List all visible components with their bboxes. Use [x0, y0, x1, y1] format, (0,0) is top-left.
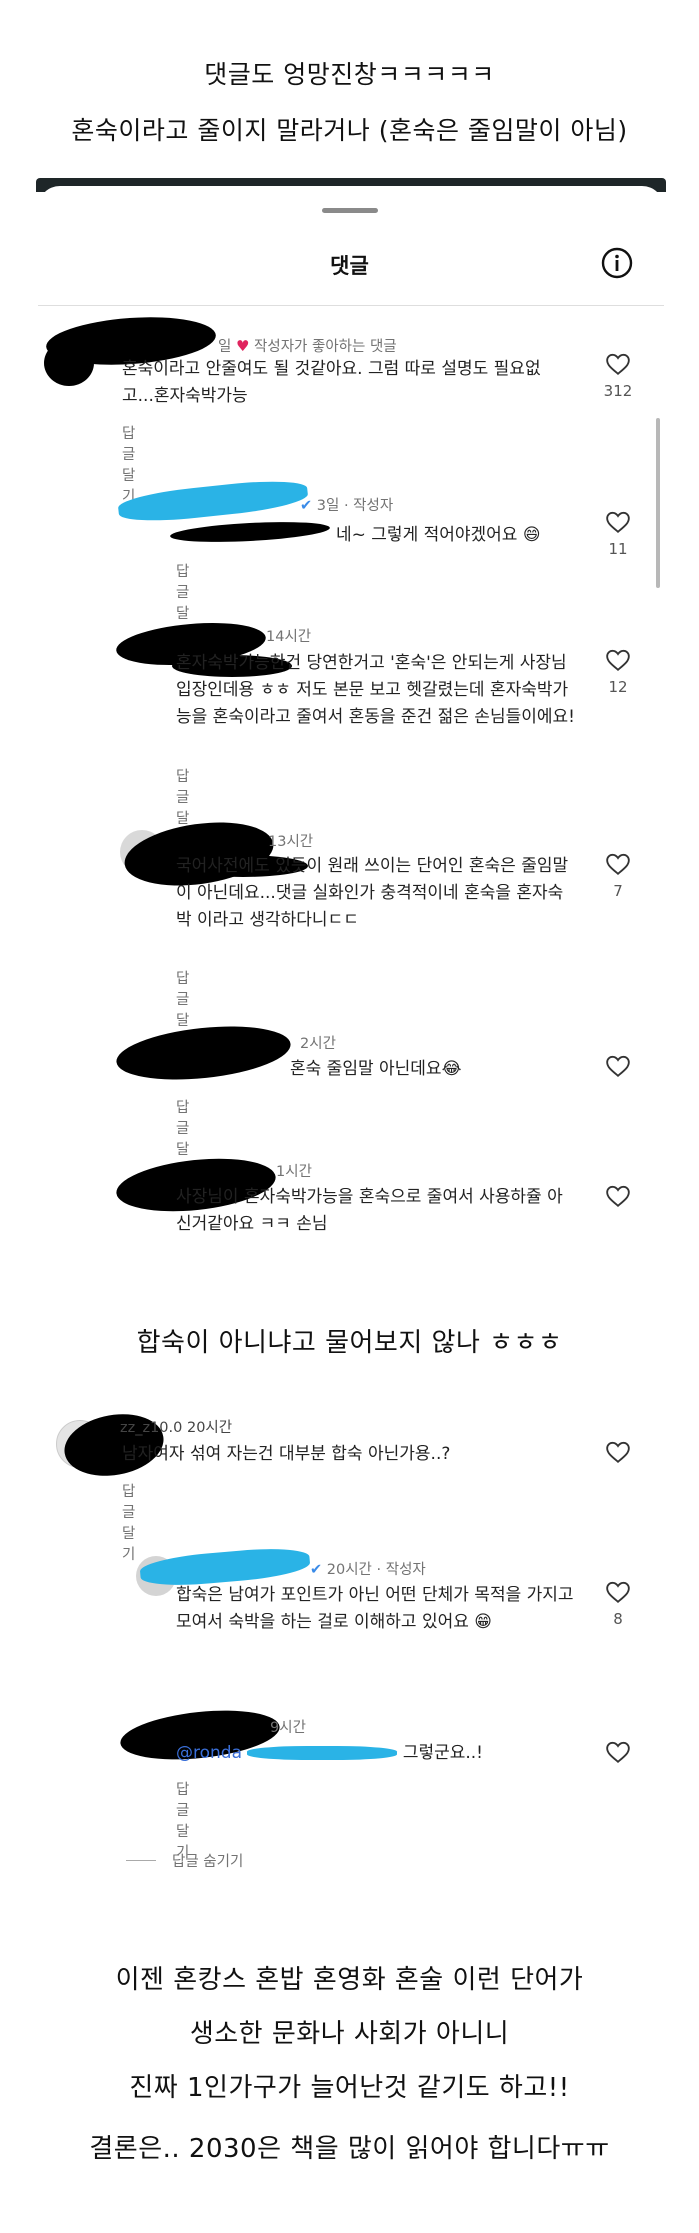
- sheet-title: 댓글: [330, 254, 369, 278]
- redaction-scribble-blue: [247, 1746, 398, 1760]
- heart-outline-icon: [606, 1581, 630, 1603]
- comment-text: 합숙은 남여가 포인트가 아닌 어떤 단체가 목적을 가지고 모여서 숙박을 하…: [176, 1585, 574, 1632]
- mention-link[interactable]: @ronda: [176, 1743, 242, 1763]
- heart-outline-icon: [606, 353, 630, 375]
- hide-replies-line: [126, 1860, 156, 1861]
- comment-time: 2시간: [300, 1036, 336, 1052]
- heart-filled-icon: ♥: [235, 337, 250, 355]
- heart-outline-icon: [606, 511, 630, 533]
- comment-text: 사장님이 혼자숙박가능을 혼숙으로 줄여서 사용하쥴 아신거같아요 ㅋㅋ 손님: [176, 1187, 563, 1234]
- verified-badge-icon: ✔: [300, 498, 313, 514]
- comment-time: 13시간: [268, 834, 314, 850]
- comment-time: 20시간 · 작성자: [326, 1562, 426, 1578]
- like-button[interactable]: 12: [598, 648, 638, 696]
- heart-outline-icon: [606, 1055, 630, 1077]
- caption-line-4a: 이젠 혼캉스 혼밥 혼영화 혼술 이런 단어가: [115, 1965, 584, 1995]
- comment-username[interactable]: zz_z10.0: [120, 1420, 182, 1436]
- comment-text: 혼숙 줄임말 아닌데요😂: [290, 1059, 462, 1079]
- caption-line-3: 합숙이 아니냐고 물어보지 않나 ㅎㅎㅎ: [136, 1328, 563, 1358]
- like-count: 312: [603, 382, 633, 400]
- comment-time: 14시간: [266, 629, 312, 645]
- like-count: 8: [613, 1610, 623, 1628]
- caption-line-4c: 진짜 1인가구가 늘어난것 같기도 하고!!: [129, 2073, 570, 2103]
- like-count: 7: [613, 882, 623, 900]
- comment-time: 20시간: [186, 1420, 233, 1436]
- caption-line-4b: 생소한 문화나 사회가 아니니: [189, 2019, 510, 2049]
- heart-outline-icon: [606, 853, 630, 875]
- comment-text: 혼자숙박가능한건 당연한거고 '혼숙'은 안되는게 사장님 입장인데용 ㅎㅎ 저…: [176, 653, 575, 727]
- redaction-scribble: [44, 340, 94, 386]
- heart-outline-icon: [606, 1441, 630, 1463]
- like-button[interactable]: 8: [598, 1580, 638, 1628]
- comment-time: 9시간: [270, 1720, 306, 1736]
- heart-outline-icon: [606, 1185, 630, 1207]
- verified-badge-icon: ✔: [310, 1562, 323, 1578]
- caption-line-2: 혼숙이라고 줄이지 말라거나 (혼숙은 줄임말이 아님): [71, 116, 628, 145]
- like-button[interactable]: [598, 1440, 638, 1468]
- caption-line-4: 이젠 혼캉스 혼밥 혼영화 혼술 이런 단어가 생소한 문화나 사회가 아니니 …: [0, 1953, 699, 2115]
- comment-time: 3일 · 작성자: [316, 498, 394, 514]
- like-button[interactable]: 11: [598, 510, 638, 558]
- reply-button[interactable]: 답글 달기: [122, 1480, 135, 1564]
- like-button[interactable]: [598, 1054, 638, 1084]
- reply-button[interactable]: 답글 달기: [122, 422, 135, 506]
- comment-text: 네~ 그렇게 적어야겠어요 😄: [336, 525, 541, 545]
- like-button[interactable]: 312: [598, 352, 638, 400]
- hide-replies-button[interactable]: 답글 숨기기: [172, 1850, 243, 1871]
- like-button[interactable]: [598, 1740, 638, 1768]
- heart-outline-icon: [606, 649, 630, 671]
- caption-line-5: 결론은.. 2030은 책을 많이 읽어야 합니다ㅠㅠ: [89, 2134, 610, 2164]
- like-count: 11: [608, 540, 628, 558]
- sheet-drag-handle[interactable]: [322, 208, 378, 213]
- comment-text: 그렇군요..!: [402, 1743, 483, 1763]
- like-count: 12: [608, 678, 628, 696]
- comment-time: 일: [218, 339, 232, 355]
- scrollbar[interactable]: [656, 418, 660, 588]
- comment-text: 국어사전에도 있듯이 원래 쓰이는 단어인 혼숙은 줄임말이 아닌데요...댓글…: [176, 856, 569, 930]
- heart-outline-icon: [606, 1741, 630, 1763]
- sheet-divider: [38, 305, 664, 306]
- info-icon[interactable]: [600, 246, 634, 280]
- like-button[interactable]: 7: [598, 852, 638, 900]
- like-button[interactable]: [598, 1184, 638, 1212]
- caption-line-1: 댓글도 엉망진창ㅋㅋㅋㅋㅋ: [204, 60, 495, 89]
- author-liked-label: 작성자가 좋아하는 댓글: [254, 339, 397, 355]
- comment-text: 혼숙이라고 안줄여도 될 것같아요. 그럼 따로 설명도 필요없고...혼자숙박…: [122, 359, 541, 406]
- comment-time: 1시간: [276, 1164, 312, 1180]
- comment-text: 남자여자 섞여 자는건 대부분 합숙 아닌가용..?: [122, 1444, 451, 1464]
